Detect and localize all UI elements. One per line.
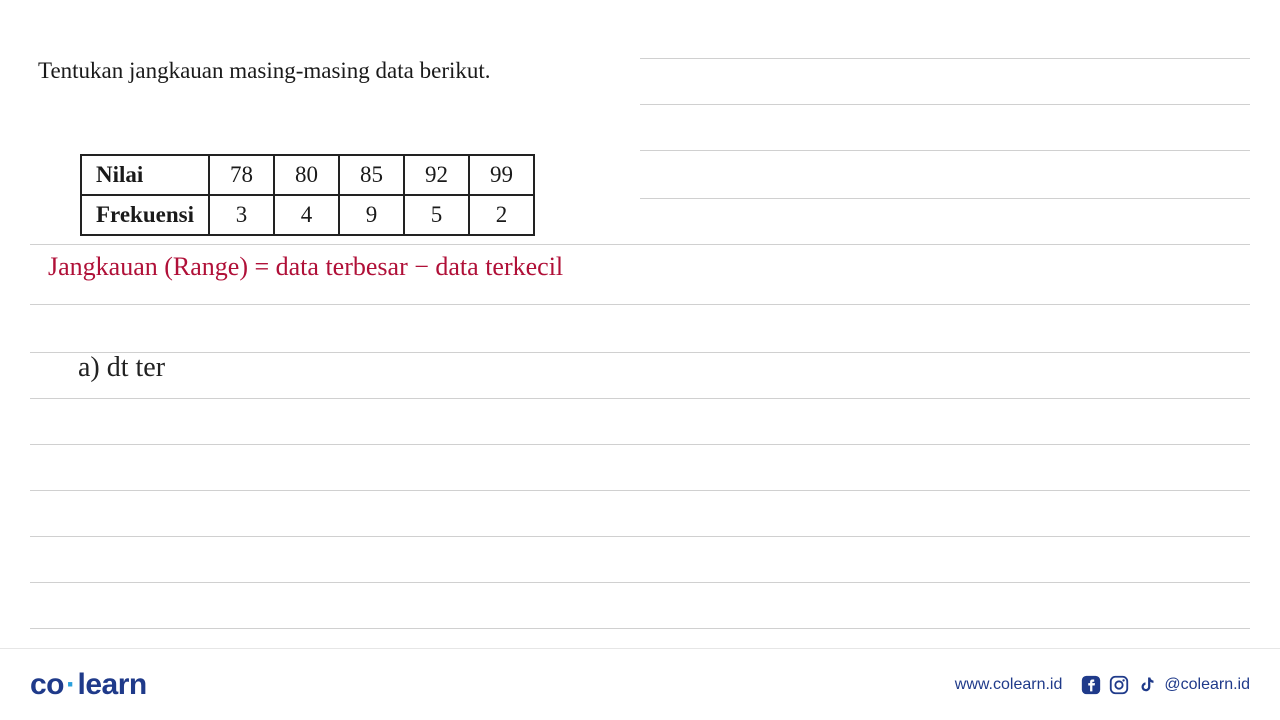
table-cell: 92 <box>404 155 469 195</box>
handwritten-work-black: a) dt ter <box>78 352 165 384</box>
social-icon-group: @colearn.id <box>1080 674 1250 696</box>
table-cell: 5 <box>404 195 469 235</box>
colearn-logo: co·learn <box>30 668 147 702</box>
table-cell: 4 <box>274 195 339 235</box>
footer-right-group: www.colearn.id @colearn.id <box>955 674 1250 696</box>
logo-dot: · <box>66 668 76 701</box>
row-label-nilai: Nilai <box>81 155 209 195</box>
table-cell: 99 <box>469 155 534 195</box>
row-label-frekuensi: Frekuensi <box>81 195 209 235</box>
table-cell: 9 <box>339 195 404 235</box>
table-cell: 2 <box>469 195 534 235</box>
table-cell: 3 <box>209 195 274 235</box>
handwritten-formula-red: Jangkauan (Range) = data terbesar − data… <box>48 252 563 282</box>
table-cell: 80 <box>274 155 339 195</box>
instagram-icon[interactable] <box>1108 674 1130 696</box>
logo-part1: co <box>30 668 64 701</box>
social-handle[interactable]: @colearn.id <box>1164 676 1250 694</box>
table-row: Nilai 78 80 85 92 99 <box>81 155 534 195</box>
tiktok-icon[interactable] <box>1136 674 1158 696</box>
footer-bar: co·learn www.colearn.id @colearn.id <box>0 648 1280 720</box>
website-url[interactable]: www.colearn.id <box>955 676 1063 694</box>
table-cell: 78 <box>209 155 274 195</box>
frequency-table: Nilai 78 80 85 92 99 Frekuensi 3 4 9 5 2 <box>80 154 535 236</box>
logo-part2: learn <box>78 668 147 701</box>
table-row: Frekuensi 3 4 9 5 2 <box>81 195 534 235</box>
table-cell: 85 <box>339 155 404 195</box>
question-prompt: Tentukan jangkauan masing-masing data be… <box>38 55 1242 86</box>
facebook-icon[interactable] <box>1080 674 1102 696</box>
